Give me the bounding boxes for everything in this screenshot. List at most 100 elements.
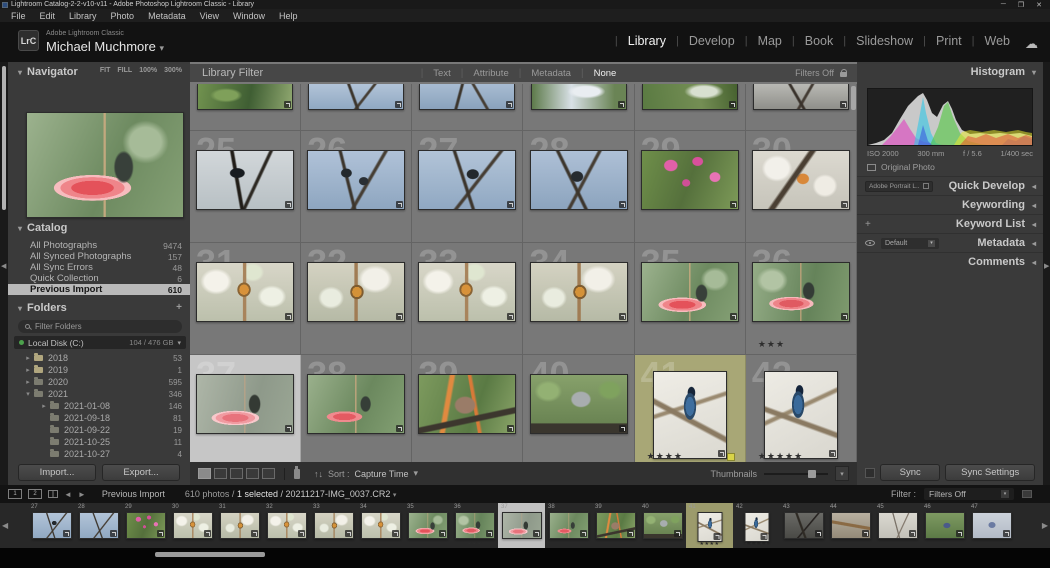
- grid-cell[interactable]: 41 ★★★★: [635, 355, 746, 462]
- photo-thumbnail[interactable]: [925, 512, 965, 539]
- photo-thumbnail[interactable]: [220, 512, 260, 539]
- photo-thumbnail[interactable]: [972, 512, 1012, 539]
- import-button[interactable]: Import...: [18, 464, 96, 481]
- module-tab[interactable]: Slideshow: [846, 34, 923, 48]
- expand-caret-icon[interactable]: ▸: [40, 402, 48, 410]
- folder-row[interactable]: 2021-09-18 81: [8, 412, 190, 424]
- maximize-button[interactable]: ❐: [1018, 1, 1024, 9]
- photo-thumbnail[interactable]: [418, 150, 516, 210]
- lock-icon[interactable]: [840, 72, 847, 77]
- catalog-source-row[interactable]: All Sync Errors 48: [8, 262, 190, 273]
- grid-cell[interactable]: 29: [635, 131, 746, 243]
- left-panel-scrollbar[interactable]: [2, 66, 6, 210]
- menu-item[interactable]: Window: [226, 11, 272, 21]
- grid-scrollbar[interactable]: [851, 86, 856, 110]
- photo-thumbnail[interactable]: [752, 150, 850, 210]
- grid-cell[interactable]: 42 ★★★★★: [746, 355, 857, 462]
- thumbnail-size-slider[interactable]: [764, 473, 828, 475]
- folder-row[interactable]: 2021-10-25 11: [8, 436, 190, 448]
- menu-item[interactable]: Help: [272, 11, 305, 21]
- photo-thumbnail[interactable]: [419, 84, 515, 110]
- grid-cell[interactable]: [190, 84, 301, 131]
- photo-thumbnail[interactable]: [418, 374, 516, 434]
- photo-thumbnail[interactable]: [596, 512, 636, 539]
- filmstrip-thumbnail-cell[interactable]: 43: [780, 503, 827, 548]
- module-tab[interactable]: Print: [926, 34, 972, 48]
- sync-button[interactable]: Sync: [880, 464, 940, 481]
- zoom-option[interactable]: 300%: [164, 67, 182, 74]
- catalog-source-row[interactable]: Previous Import 610: [8, 284, 190, 295]
- filmstrip-thumbnail-cell[interactable]: 37: [498, 503, 545, 548]
- toolbar-options-dropdown[interactable]: [835, 466, 849, 481]
- filmstrip-thumbnail-cell[interactable]: 40: [639, 503, 686, 548]
- filmstrip-thumbnail-cell[interactable]: 35: [404, 503, 451, 548]
- expand-caret-icon[interactable]: ▸: [24, 354, 32, 362]
- menu-item[interactable]: Library: [62, 11, 104, 21]
- filmstrip-thumbnail-cell[interactable]: 33: [310, 503, 357, 548]
- filmstrip-filter-dropdown[interactable]: Filters Off: [924, 488, 1014, 500]
- sort-value[interactable]: Capture Time: [355, 469, 409, 479]
- grid-cell[interactable]: 25: [190, 131, 301, 243]
- filmstrip-thumbnail-cell[interactable]: 34: [357, 503, 404, 548]
- photo-thumbnail[interactable]: [173, 512, 213, 539]
- filmstrip-thumbnail-cell[interactable]: 39: [592, 503, 639, 548]
- photo-thumbnail[interactable]: [831, 512, 871, 539]
- grid-cell[interactable]: 32: [301, 243, 412, 355]
- filmstrip-thumbnail-cell[interactable]: 28: [75, 503, 122, 548]
- photo-thumbnail[interactable]: [408, 512, 448, 539]
- keywording-header[interactable]: Keywording: [857, 195, 1043, 214]
- photo-thumbnail[interactable]: [196, 150, 294, 210]
- photo-thumbnail[interactable]: [643, 512, 683, 539]
- filmstrip-thumbnail-cell[interactable]: 31: [216, 503, 263, 548]
- filmstrip-status[interactable]: 610 photos / 1 selected / 20211217-IMG_0…: [185, 489, 397, 499]
- profile-badge[interactable]: Adobe Portrait L..: [865, 181, 933, 192]
- filter-option[interactable]: Attribute: [463, 68, 518, 79]
- grid-view-icon[interactable]: [198, 468, 211, 479]
- catalog-header[interactable]: Catalog: [8, 218, 190, 238]
- secondary-monitor-icon[interactable]: 2: [28, 489, 42, 499]
- menu-item[interactable]: Metadata: [141, 11, 193, 21]
- grid-view-shortcut-icon[interactable]: [48, 490, 58, 498]
- go-back-icon[interactable]: ◄: [64, 490, 72, 499]
- photo-thumbnail[interactable]: [307, 374, 405, 434]
- grid-cell[interactable]: [412, 84, 523, 131]
- profile-browser-icon[interactable]: [923, 183, 929, 189]
- folder-row[interactable]: ▾ 2021 346: [8, 388, 190, 400]
- filmstrip-thumbnail-cell[interactable]: 46: [921, 503, 968, 548]
- photo-thumbnail[interactable]: [531, 84, 627, 110]
- filmstrip-thumbnail-cell[interactable]: 47: [968, 503, 1015, 548]
- filmstrip-thumbnail-cell[interactable]: 27: [28, 503, 75, 548]
- sync-checkbox[interactable]: [865, 468, 875, 478]
- folder-row[interactable]: ▸ 2021-01-08 146: [8, 400, 190, 412]
- photo-thumbnail[interactable]: [641, 150, 739, 210]
- expand-caret-icon[interactable]: ▾: [24, 390, 32, 398]
- loupe-view-icon[interactable]: [214, 468, 227, 479]
- filmstrip-thumbnail-cell[interactable]: 36 ★★★: [451, 503, 498, 548]
- primary-monitor-icon[interactable]: 1: [8, 489, 22, 499]
- grid-cell[interactable]: 37: [190, 355, 301, 462]
- sync-settings-button[interactable]: Sync Settings: [945, 464, 1035, 481]
- grid-cell[interactable]: [635, 84, 746, 131]
- sort-direction-icon[interactable]: ↑↓: [314, 469, 323, 479]
- filmstrip-thumbnail-cell[interactable]: 44: [827, 503, 874, 548]
- star-rating[interactable]: ★★★: [758, 339, 785, 350]
- photo-thumbnail[interactable]: [307, 262, 405, 322]
- photo-thumbnail[interactable]: [641, 262, 739, 322]
- folder-row[interactable]: 2021-09-22 19: [8, 424, 190, 436]
- grid-cell[interactable]: 40: [523, 355, 634, 462]
- module-tab[interactable]: Library: [618, 34, 676, 48]
- histogram-graph[interactable]: [867, 88, 1033, 146]
- photo-thumbnail[interactable]: [530, 374, 628, 434]
- cloud-sync-icon[interactable]: ☁: [1025, 36, 1038, 52]
- photo-thumbnail[interactable]: [549, 512, 589, 539]
- grid-cell[interactable]: 34: [523, 243, 634, 355]
- quick-develop-header[interactable]: Adobe Portrait L.. Quick Develop: [857, 176, 1043, 195]
- people-view-icon[interactable]: [262, 468, 275, 479]
- filmstrip-thumbnail-cell[interactable]: 41 ★★★★: [686, 503, 733, 548]
- photo-thumbnail[interactable]: [267, 512, 307, 539]
- grid-cell[interactable]: 30: [746, 131, 857, 243]
- filter-option[interactable]: Metadata: [521, 68, 581, 79]
- grid-cell[interactable]: 33: [412, 243, 523, 355]
- filmstrip-thumbnail-cell[interactable]: 29: [122, 503, 169, 548]
- photo-thumbnail[interactable]: [530, 150, 628, 210]
